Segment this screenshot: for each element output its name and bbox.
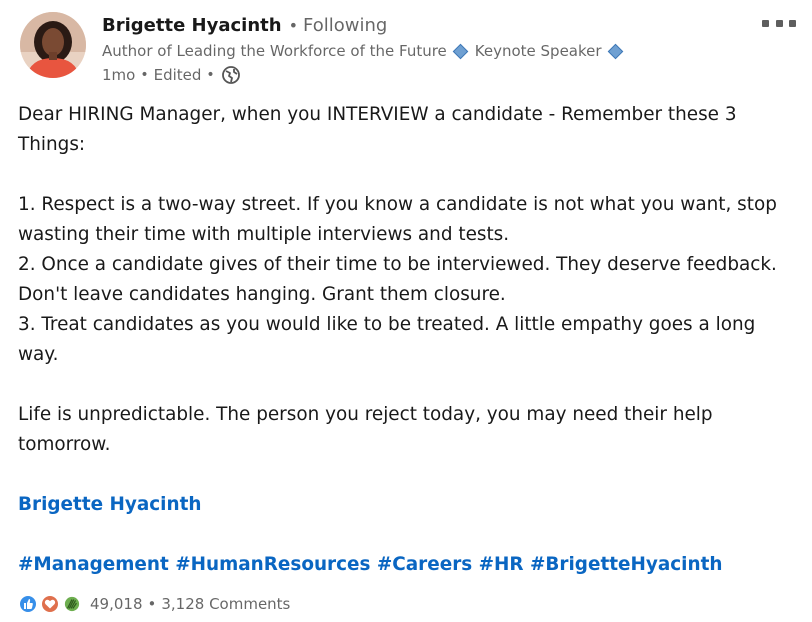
- separator-dot: •: [288, 16, 298, 35]
- post-intro: Dear HIRING Manager, when you INTERVIEW …: [18, 104, 737, 155]
- hashtag-link[interactable]: #BrigetteHyacinth: [530, 554, 722, 575]
- more-options-icon[interactable]: [762, 16, 796, 30]
- feed-post: Brigette Hyacinth • Following Author of …: [0, 0, 812, 622]
- reaction-icons[interactable]: [18, 594, 84, 614]
- author-avatar[interactable]: [20, 12, 86, 78]
- post-point-1: 1. Respect is a two-way street. If you k…: [18, 194, 777, 245]
- post-actor: Brigette Hyacinth • Following Author of …: [102, 12, 742, 87]
- separator-dot: •: [206, 67, 215, 83]
- post-meta: 1mo • Edited •: [102, 63, 742, 87]
- comments-count[interactable]: 3,128 Comments: [161, 595, 290, 613]
- author-headline: Author of Leading the Workforce of the F…: [102, 39, 742, 63]
- celebrate-icon: [62, 594, 82, 614]
- love-icon: [40, 594, 60, 614]
- headline-text-2: Keynote Speaker: [474, 42, 602, 60]
- hashtag-link[interactable]: #Management: [18, 554, 169, 575]
- hashtag-list: #Management #HumanResources #Careers #HR…: [18, 550, 798, 580]
- hashtag-link[interactable]: #Careers: [377, 554, 472, 575]
- social-counts: 49,018 • 3,128 Comments: [18, 592, 290, 616]
- diamond-icon: [452, 43, 469, 59]
- globe-icon: [221, 66, 240, 84]
- post-point-3: 3. Treat candidates as you would like to…: [18, 314, 756, 365]
- author-name[interactable]: Brigette Hyacinth: [102, 15, 282, 36]
- hashtag-link[interactable]: #HumanResources: [175, 554, 370, 575]
- post-time[interactable]: 1mo: [102, 66, 135, 84]
- follow-status[interactable]: Following: [303, 15, 387, 36]
- separator-dot: •: [147, 595, 157, 613]
- diamond-icon: [607, 43, 623, 59]
- hashtag-link[interactable]: #HR: [479, 554, 524, 575]
- like-icon: [18, 594, 38, 614]
- separator-dot: •: [140, 67, 149, 83]
- post-point-2: 2. Once a candidate gives of their time …: [18, 254, 777, 305]
- edited-label: Edited: [153, 66, 202, 84]
- author-mention-link[interactable]: Brigette Hyacinth: [18, 494, 201, 515]
- headline-text: Author of Leading the Workforce of the F…: [102, 42, 447, 60]
- post-commentary: Dear HIRING Manager, when you INTERVIEW …: [18, 100, 798, 580]
- post-closing: Life is unpredictable. The person you re…: [18, 404, 713, 455]
- reaction-count[interactable]: 49,018: [90, 595, 143, 613]
